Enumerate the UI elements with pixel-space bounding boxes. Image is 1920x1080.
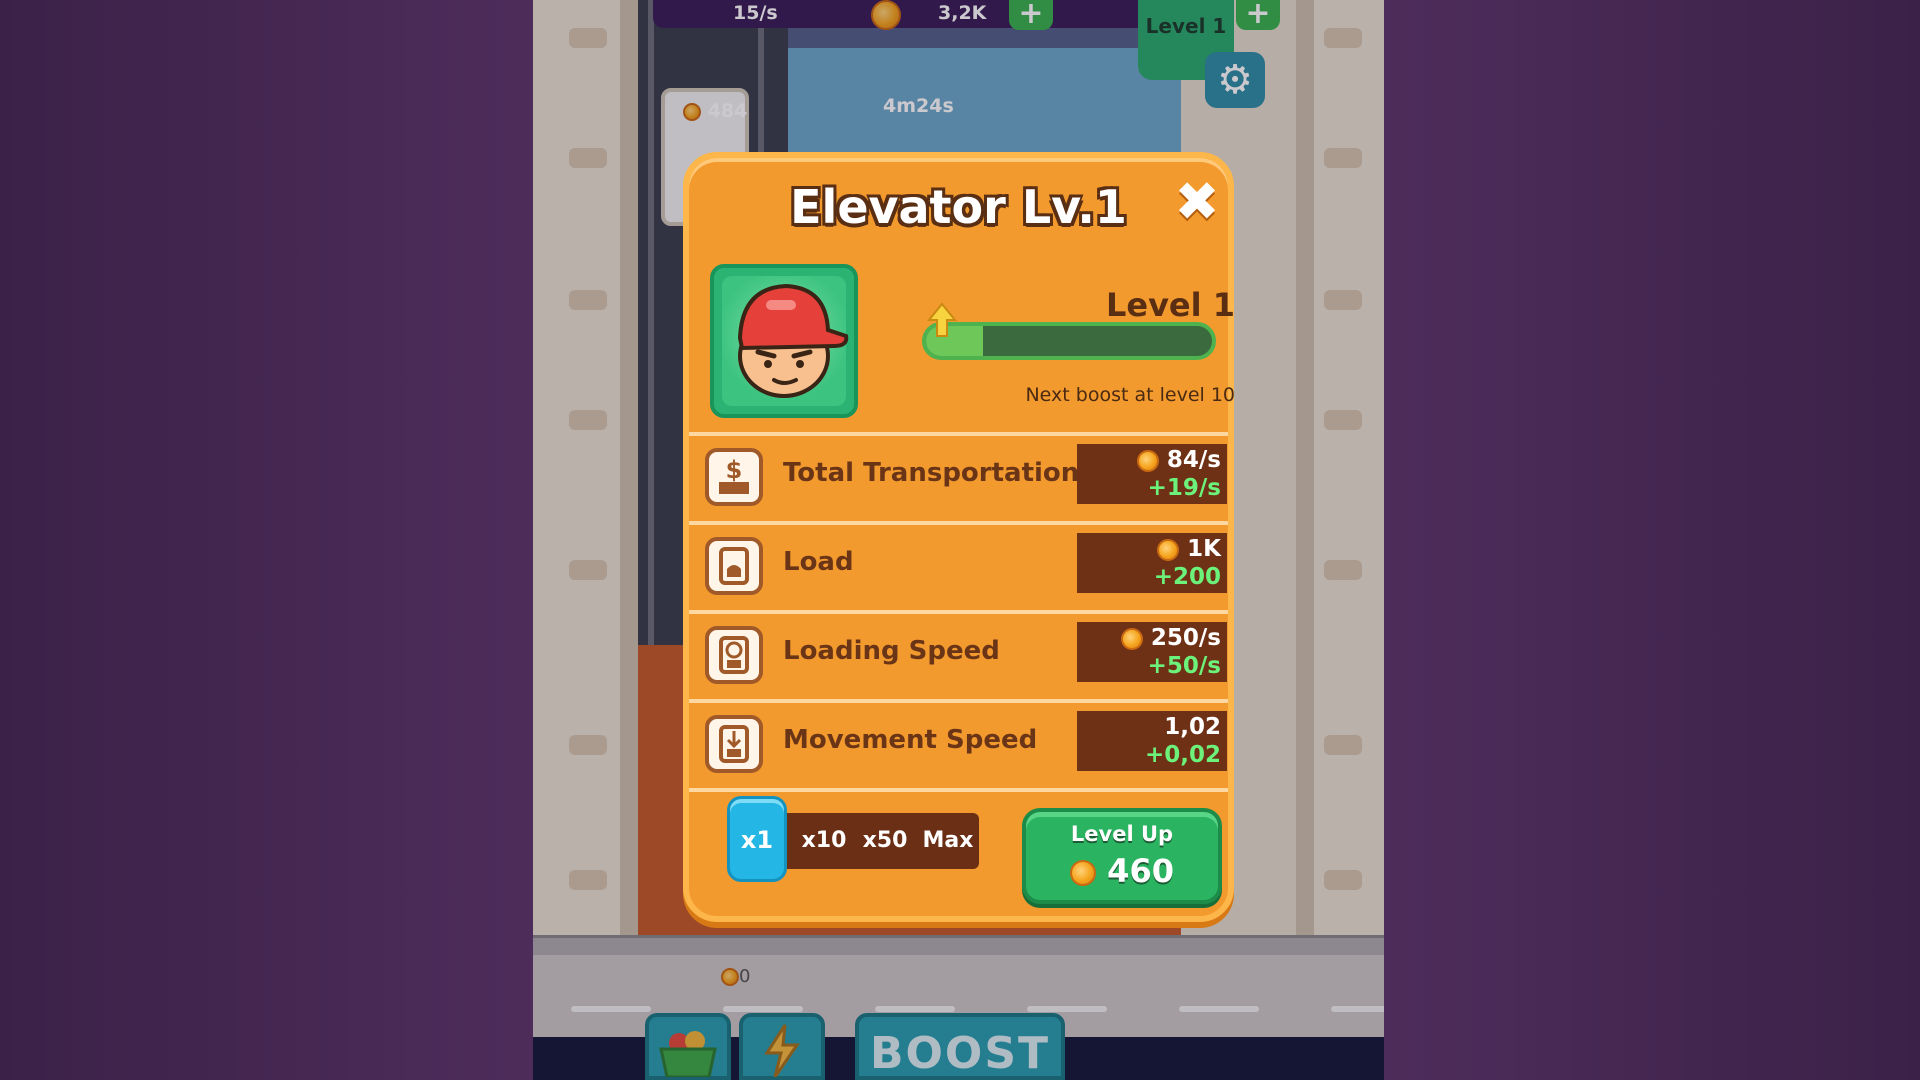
svg-text:$: $ <box>726 456 743 484</box>
level-up-label: Level Up <box>1070 822 1174 846</box>
multiplier-x50-button[interactable]: x50 <box>857 813 913 869</box>
loading-cycle-icon <box>705 626 763 684</box>
multiplier-x1-button[interactable]: x1 <box>727 796 787 882</box>
stat-row-load: Load 1K +200 <box>705 523 1227 607</box>
dialog-title: Elevator Lv.1 <box>790 180 1127 234</box>
stat-value: 250/s <box>1150 625 1221 651</box>
coin-icon <box>1136 449 1159 472</box>
stat-value-box: 1K +200 <box>1077 533 1227 593</box>
stat-value: 84/s <box>1166 447 1221 473</box>
next-boost-text: Next boost at level 10 <box>1025 384 1235 406</box>
coin-icon <box>1157 538 1180 561</box>
stat-label: Movement Speed <box>783 725 1038 755</box>
character-face-icon <box>737 283 849 398</box>
stat-row-movement-speed: Movement Speed 1,02 +0,02 <box>705 701 1227 785</box>
close-icon[interactable]: ✖ <box>1169 174 1225 230</box>
coin-icon <box>1070 860 1097 886</box>
stat-increase: +200 <box>1153 564 1221 590</box>
cargo-bag-icon <box>705 537 763 595</box>
stat-increase: +0,02 <box>1144 742 1221 768</box>
coin-icon <box>1120 627 1143 650</box>
multiplier-x10-button[interactable]: x10 <box>799 813 849 869</box>
stat-value-box: 1,02 +0,02 <box>1077 711 1227 771</box>
stat-value-box: 84/s +19/s <box>1077 444 1227 504</box>
stat-row-total-transportation: $ Total Transportation 84/s +19/s <box>705 434 1227 518</box>
stat-value-box: 250/s +50/s <box>1077 622 1227 682</box>
level-up-button[interactable]: Level Up 460 <box>1022 808 1222 904</box>
stat-increase: +19/s <box>1147 475 1221 501</box>
divider <box>689 788 1228 792</box>
stat-label: Loading Speed <box>783 636 1000 666</box>
stat-label: Total Transportation <box>783 458 1080 488</box>
stat-increase: +50/s <box>1147 653 1221 679</box>
stat-row-loading-speed: Loading Speed 250/s +50/s <box>705 612 1227 696</box>
stat-value: 1K <box>1187 536 1221 562</box>
stat-value: 1,02 <box>1164 714 1221 740</box>
elevator-upgrade-dialog: Elevator Lv.1 ✖ Level 1 Next boost at le… <box>683 152 1235 922</box>
level-progress-bar <box>922 322 1216 360</box>
level-label: Level 1 <box>1105 286 1235 324</box>
manager-avatar <box>710 264 858 418</box>
level-up-cost: 460 <box>1026 852 1218 890</box>
money-deposit-icon: $ <box>705 448 763 506</box>
multiplier-max-button[interactable]: Max <box>919 813 977 869</box>
stat-label: Load <box>783 547 854 577</box>
elevator-down-icon <box>705 715 763 773</box>
level-up-arrow-icon <box>927 302 957 337</box>
